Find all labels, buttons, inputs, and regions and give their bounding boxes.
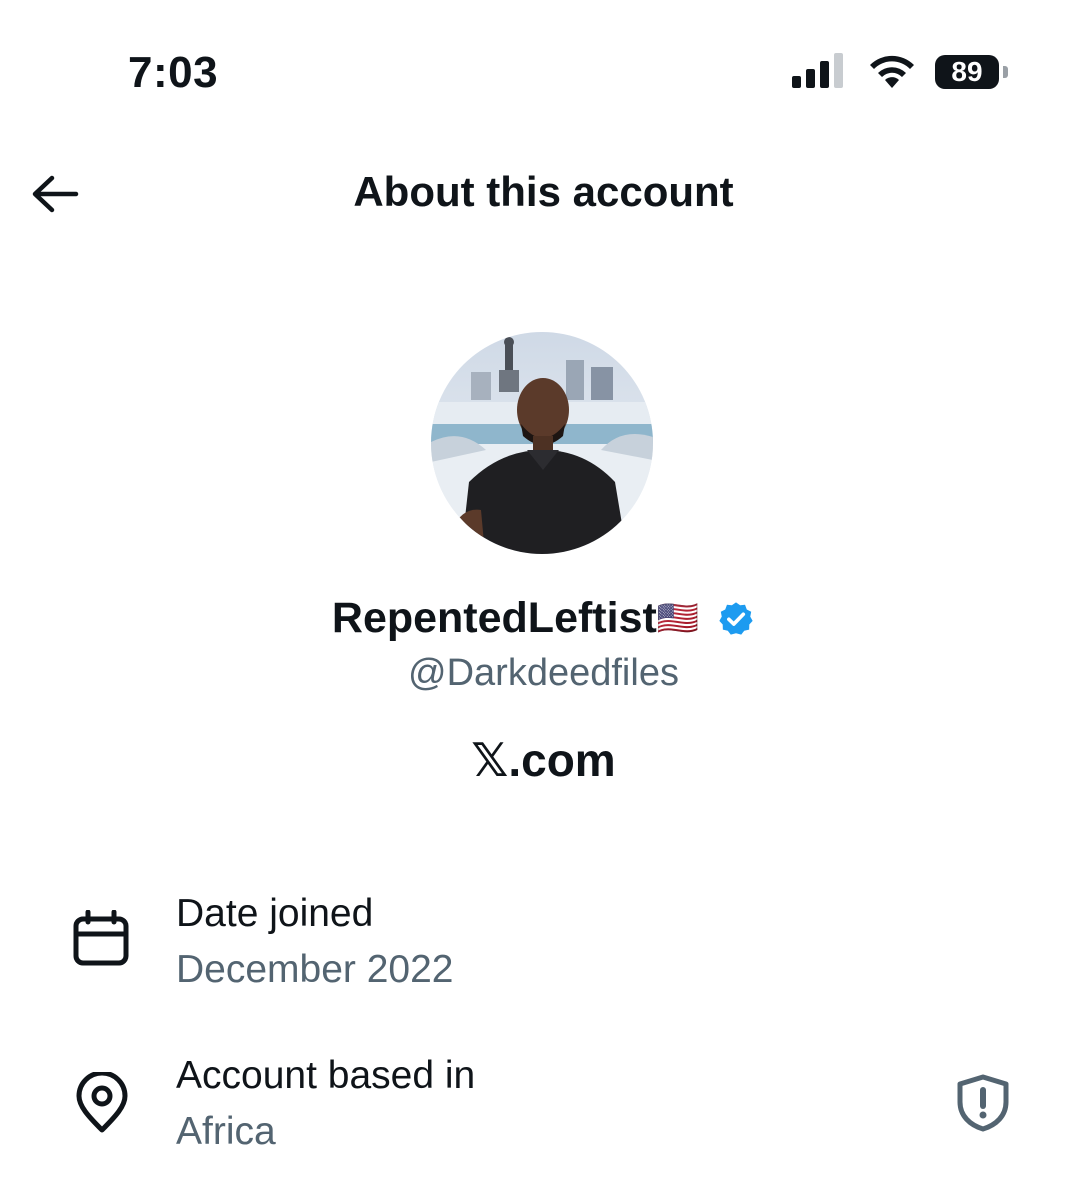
page-title: About this account: [353, 168, 734, 215]
account-location-value: Africa: [176, 1110, 276, 1153]
profile-handle: @Darkdeedfiles: [408, 652, 679, 694]
shield-alert-icon[interactable]: [955, 1074, 1011, 1132]
wifi-icon: [870, 55, 914, 88]
x-logo-icon: 𝕏: [471, 733, 509, 787]
account-location-label: Account based in: [176, 1054, 476, 1097]
verified-badge-icon: [719, 602, 753, 635]
date-joined-label: Date joined: [176, 892, 374, 935]
calendar-icon: [73, 910, 129, 966]
cellular-signal-icon: [792, 53, 843, 88]
us-flag-emoji: 🇺🇸: [656, 599, 700, 638]
status-time: 7:03: [128, 48, 219, 97]
status-bar: 7:03 89: [0, 0, 1087, 140]
date-joined-value: December 2022: [176, 948, 454, 991]
battery-level: 89: [935, 55, 999, 89]
battery-cap: [1003, 66, 1008, 78]
platform-label: 𝕏.com: [0, 733, 1087, 787]
battery-indicator: 89: [935, 55, 1008, 89]
avatar[interactable]: [431, 332, 653, 554]
display-name-row: RepentedLeftist🇺🇸: [0, 592, 1087, 643]
platform-domain: .com: [508, 734, 616, 786]
avatar-image: [431, 332, 653, 554]
display-name: RepentedLeftist: [331, 594, 657, 643]
page-header: About this account: [0, 150, 1087, 240]
location-pin-icon: [76, 1072, 128, 1133]
